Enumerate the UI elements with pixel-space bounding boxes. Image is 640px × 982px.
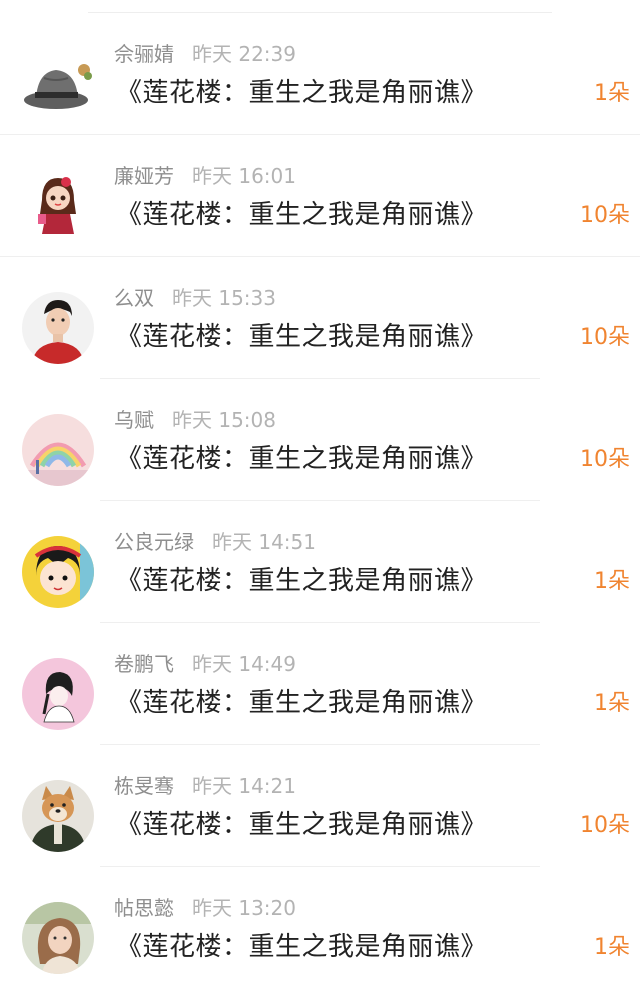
book-title[interactable]: 《莲花楼：重生之我是角丽谯》 bbox=[116, 807, 487, 843]
flower-amount: 10朵 bbox=[580, 203, 630, 228]
flower-amount: 10朵 bbox=[580, 813, 630, 838]
entry-meta: 乌赋 昨天 15:08 bbox=[114, 407, 276, 433]
entry-time: 昨天 15:33 bbox=[172, 286, 276, 310]
user-name[interactable]: 廉娅芳 bbox=[114, 164, 174, 188]
entry-meta: 佘骊婧 昨天 22:39 bbox=[114, 41, 296, 67]
entry-time: 昨天 16:01 bbox=[192, 164, 296, 188]
user-name[interactable]: 公良元绿 bbox=[114, 530, 194, 554]
entry-time: 昨天 14:51 bbox=[212, 530, 316, 554]
book-title[interactable]: 《莲花楼：重生之我是角丽谯》 bbox=[116, 929, 487, 965]
flower-amount: 1朵 bbox=[594, 935, 630, 960]
book-title[interactable]: 《莲花楼：重生之我是角丽谯》 bbox=[116, 319, 487, 355]
list-item[interactable]: 佘骊婧 昨天 22:39 《莲花楼：重生之我是角丽谯》 1朵 bbox=[0, 13, 640, 135]
entry-time: 昨天 15:08 bbox=[172, 408, 276, 432]
entry-time: 昨天 22:39 bbox=[192, 42, 296, 66]
entry-meta: 么双 昨天 15:33 bbox=[114, 285, 276, 311]
entry-meta: 帖思懿 昨天 13:20 bbox=[114, 895, 296, 921]
gift-record-list: 佘骊婧 昨天 22:39 《莲花楼：重生之我是角丽谯》 1朵 廉娅芳 昨天 16:0… bbox=[0, 0, 640, 982]
user-name[interactable]: 卷鹏飞 bbox=[114, 652, 174, 676]
flower-amount: 1朵 bbox=[594, 569, 630, 594]
pink-sketch-girl-avatar[interactable] bbox=[22, 658, 94, 730]
cartoon-girl-avatar[interactable] bbox=[22, 170, 94, 242]
user-name[interactable]: 么双 bbox=[114, 286, 154, 310]
entry-time: 昨天 13:20 bbox=[192, 896, 296, 920]
entry-meta: 公良元绿 昨天 14:51 bbox=[114, 529, 316, 555]
list-item[interactable]: 卷鹏飞 昨天 14:49 《莲花楼：重生之我是角丽谯》 1朵 bbox=[0, 623, 640, 745]
book-title[interactable]: 《莲花楼：重生之我是角丽谯》 bbox=[116, 75, 487, 111]
user-name[interactable]: 栋旻骞 bbox=[114, 774, 174, 798]
cartoon-child-avatar[interactable] bbox=[22, 536, 94, 608]
flower-amount: 1朵 bbox=[594, 691, 630, 716]
user-name[interactable]: 乌赋 bbox=[114, 408, 154, 432]
girl-portrait-avatar[interactable] bbox=[22, 902, 94, 974]
gray-fedora-hat-avatar[interactable] bbox=[22, 48, 94, 120]
entry-time: 昨天 14:21 bbox=[192, 774, 296, 798]
entry-meta: 廉娅芳 昨天 16:01 bbox=[114, 163, 296, 189]
shiba-dog-avatar[interactable] bbox=[22, 780, 94, 852]
entry-time: 昨天 14:49 bbox=[192, 652, 296, 676]
list-item[interactable]: 帖思懿 昨天 13:20 《莲花楼：重生之我是角丽谯》 1朵 bbox=[0, 867, 640, 982]
user-name[interactable]: 帖思懿 bbox=[114, 896, 174, 920]
user-name[interactable]: 佘骊婧 bbox=[114, 42, 174, 66]
book-title[interactable]: 《莲花楼：重生之我是角丽谯》 bbox=[116, 197, 487, 233]
list-item[interactable]: 么双 昨天 15:33 《莲花楼：重生之我是角丽谯》 10朵 bbox=[0, 257, 640, 379]
entry-meta: 栋旻骞 昨天 14:21 bbox=[114, 773, 296, 799]
list-item[interactable]: 廉娅芳 昨天 16:01 《莲花楼：重生之我是角丽谯》 10朵 bbox=[0, 135, 640, 257]
rainbow-avatar[interactable] bbox=[22, 414, 94, 486]
young-man-red-shirt-avatar[interactable] bbox=[22, 292, 94, 364]
entry-meta: 卷鹏飞 昨天 14:49 bbox=[114, 651, 296, 677]
list-item[interactable]: 乌赋 昨天 15:08 《莲花楼：重生之我是角丽谯》 10朵 bbox=[0, 379, 640, 501]
book-title[interactable]: 《莲花楼：重生之我是角丽谯》 bbox=[116, 441, 487, 477]
flower-amount: 10朵 bbox=[580, 447, 630, 472]
list-item[interactable]: 公良元绿 昨天 14:51 《莲花楼：重生之我是角丽谯》 1朵 bbox=[0, 501, 640, 623]
book-title[interactable]: 《莲花楼：重生之我是角丽谯》 bbox=[116, 685, 487, 721]
list-item[interactable]: 栋旻骞 昨天 14:21 《莲花楼：重生之我是角丽谯》 10朵 bbox=[0, 745, 640, 867]
book-title[interactable]: 《莲花楼：重生之我是角丽谯》 bbox=[116, 563, 487, 599]
flower-amount: 1朵 bbox=[594, 81, 630, 106]
flower-amount: 10朵 bbox=[580, 325, 630, 350]
